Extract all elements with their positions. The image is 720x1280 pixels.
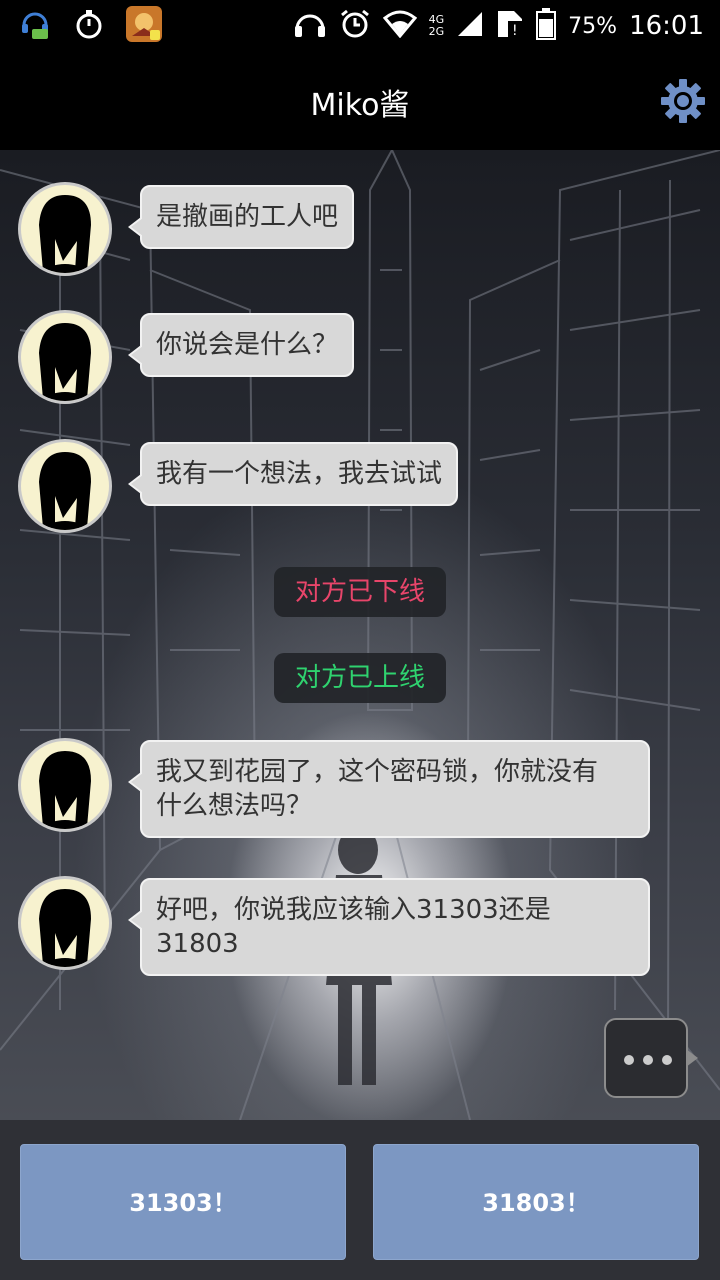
message-row: 你说会是什么？ [18,310,378,406]
status-offline-notice: 对方已下线 [274,567,446,617]
avatar[interactable] [18,310,112,404]
avatar[interactable] [18,439,112,533]
sim-alert-icon: ! [496,9,524,43]
signal-icon [456,10,484,42]
app-bar: Miko酱 [0,52,720,150]
headphones-icon [293,9,327,43]
status-online-notice: 对方已上线 [274,653,446,703]
message-bubble: 我又到花园了，这个密码锁，你就没有 什么想法吗？ [128,740,650,838]
avatar[interactable] [18,738,112,832]
message-row: 是撤画的工人吧 [18,182,378,278]
network-2g-label: 2G [428,25,445,38]
message-line: 31803 [156,929,239,959]
clock-time: 16:01 [629,11,704,41]
choice-button-31303[interactable]: 31303！ [20,1144,346,1260]
message-bubble: 我有一个想法，我去试试 [127,442,459,506]
settings-button[interactable] [660,78,706,124]
message-row: 好吧，你说我应该输入31303还是 31803 [18,876,658,976]
message-row: 我有一个想法，我去试试 [18,439,488,535]
more-options-button[interactable] [604,1018,688,1098]
message-line: 我又到花园了，这个密码锁，你就没有 [156,757,599,787]
gear-icon [661,79,705,123]
message-line: 好吧，你说我应该输入31303还是 [156,895,551,925]
svg-text:!: ! [512,23,518,39]
chat-area[interactable]: 是撤画的工人吧 你说会是什么？ 我有一个想法，我去试试 对方已下线 对方已上线 [0,150,720,1120]
battery-percent: 75% [568,13,618,39]
ellipsis-icon [624,1055,634,1065]
battery-icon [536,8,557,44]
network-type-label: 4G 2G [429,14,445,38]
avatar[interactable] [18,876,112,970]
message-bubble: 是撤画的工人吧 [127,185,355,249]
headset-chat-icon [18,7,52,45]
choice-button-31803[interactable]: 31803！ [373,1144,699,1260]
stopwatch-icon [74,8,104,44]
avatar-girl-silhouette [37,323,93,401]
message-line: 什么想法吗？ [156,791,313,821]
message-row: 我又到花园了，这个密码锁，你就没有 什么想法吗？ [18,738,658,838]
avatar[interactable] [18,182,112,276]
avatar-girl-silhouette [37,751,93,829]
avatar-girl-silhouette [37,452,93,530]
reply-choice-bar: 31303！ 31803！ [0,1120,720,1280]
status-bar: 4G 2G ! 75% 16:01 [0,0,720,52]
message-bubble: 好吧，你说我应该输入31303还是 31803 [128,878,650,976]
more-button-tail [686,1049,698,1067]
avatar-girl-silhouette [37,889,93,967]
ellipsis-dot [643,1055,653,1065]
avatar-girl-silhouette [37,195,93,273]
message-bubble: 你说会是什么？ [127,313,355,377]
page-title: Miko酱 [310,88,410,123]
game-app-icon [126,6,162,46]
alarm-icon [339,8,371,44]
ellipsis-dot [662,1055,672,1065]
wifi-icon [382,10,417,42]
